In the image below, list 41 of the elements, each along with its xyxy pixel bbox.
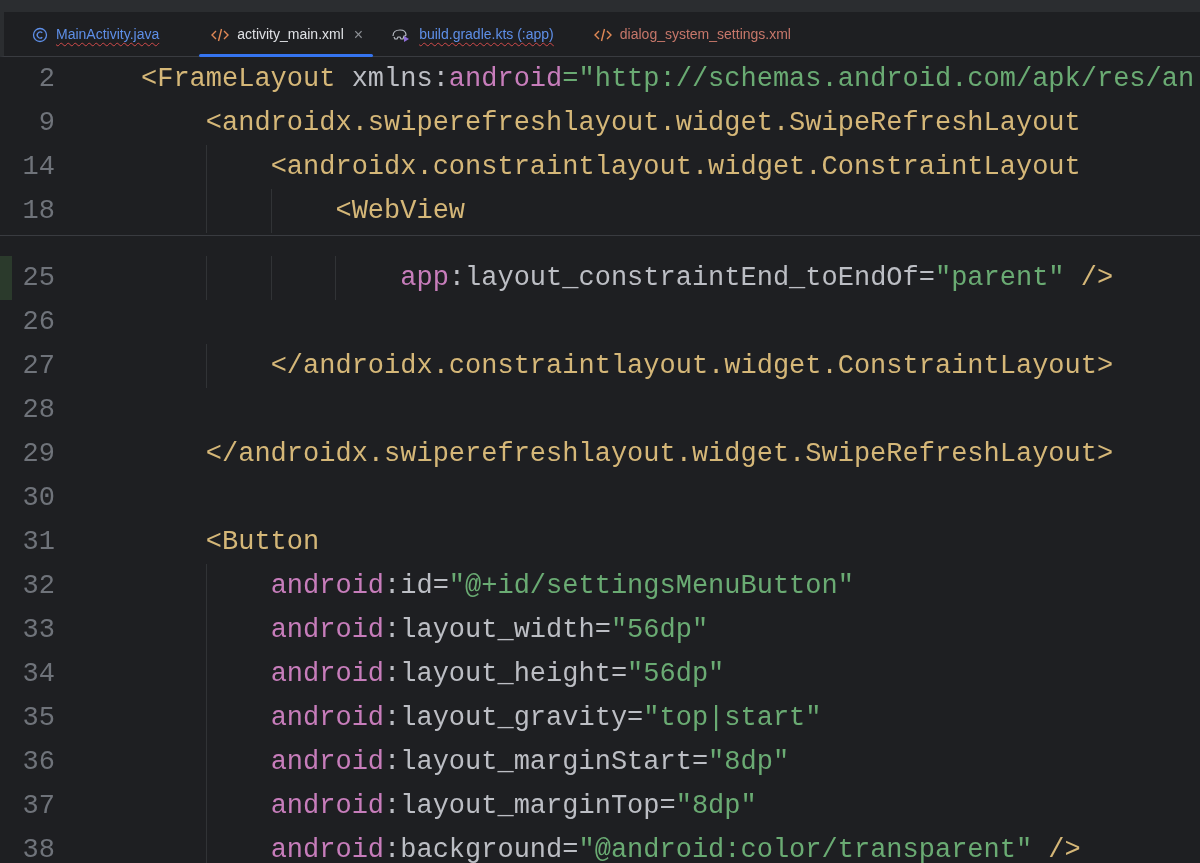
line-number: 27 (22, 350, 55, 383)
code-line: <androidx.swiperefreshlayout.widget.SwipeRefreshLayout (205, 107, 1081, 140)
code-line: android:layout_marginTop="8dp" (270, 790, 757, 823)
line-number: 35 (22, 702, 55, 735)
code-line: <androidx.constraintlayout.widget.ConstraintLayout (270, 151, 1081, 184)
line-number: 31 (22, 526, 55, 559)
line-number: 37 (22, 790, 55, 823)
code-line: android:layout_marginStart="8dp" (270, 746, 790, 779)
editor-tab[interactable]: dialog_system_settings.xml (593, 12, 813, 57)
code-line: </androidx.constraintlayout.widget.ConstraintLayout> (270, 350, 1114, 383)
code-line: android:layout_height="56dp" (270, 658, 725, 691)
line-number: 33 (22, 614, 55, 647)
code-line: <WebView (335, 195, 466, 228)
line-number: 25 (22, 262, 55, 295)
code-line: android:id="@+id/settingsMenuButton" (270, 570, 854, 603)
code-icon (593, 27, 612, 42)
code-icon (211, 27, 230, 42)
code-line: <FrameLayout xmlns:android="http://schemas.android.com/apk/res/an (141, 63, 1195, 96)
editor-tab[interactable]: build.gradle.kts (:app) (391, 12, 576, 57)
code-line: android:background="@android:color/transparent" /> (270, 834, 1081, 863)
line-number: 28 (22, 394, 55, 427)
line-number: 30 (22, 482, 55, 515)
editor-tab[interactable]: MainActivity.java (32, 12, 182, 57)
line-number: 29 (22, 438, 55, 471)
line-number: 36 (22, 746, 55, 779)
line-number: 2 (38, 63, 55, 96)
class-icon (32, 26, 48, 43)
line-number: 32 (22, 570, 55, 603)
code-line: app:layout_constraintEnd_toEndOf="parent" /> (400, 262, 1114, 295)
line-number: 38 (22, 834, 55, 863)
line-number: 9 (38, 107, 55, 140)
line-number: 14 (22, 151, 55, 184)
code-line: android:layout_gravity="top|start" (270, 702, 822, 735)
line-number: 26 (22, 306, 55, 339)
line-number: 18 (22, 195, 55, 228)
code-line: </androidx.swiperefreshlayout.widget.SwipeRefreshLayout> (205, 438, 1114, 471)
line-number: 34 (22, 658, 55, 691)
close-icon[interactable]: × (353, 22, 364, 47)
code-line: android:layout_width="56dp" (270, 614, 709, 647)
editor-tab[interactable]: activity_main.xml × (199, 12, 374, 57)
code-line: <Button (205, 526, 320, 559)
